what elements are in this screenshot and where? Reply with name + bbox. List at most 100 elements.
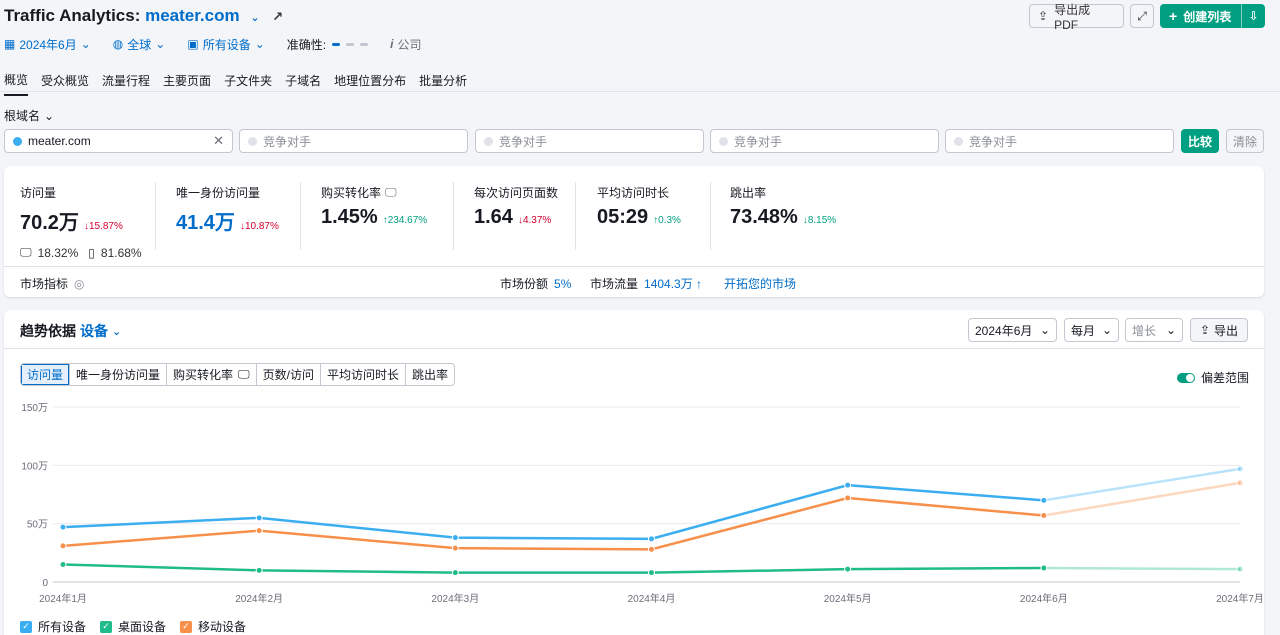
compare-button[interactable]: 比较 — [1181, 129, 1219, 153]
download-icon[interactable]: ⇩ — [1241, 4, 1265, 28]
series-line — [62, 563, 1044, 574]
checkbox-icon[interactable]: ✓ — [20, 620, 32, 633]
data-point — [59, 523, 67, 531]
desktop-icon: 🖵 — [385, 185, 397, 199]
metric-pages-per-visit[interactable]: 每次访问页面数 1.64 ↓4.37% — [474, 184, 558, 229]
series-forecast-line — [1043, 481, 1241, 517]
legend-mobile[interactable]: ✓ 移动设备 — [180, 618, 246, 635]
explore-market-link[interactable]: 开拓您的市场 — [724, 275, 796, 292]
y-tick-label: 50万 — [27, 520, 48, 531]
series-line — [62, 483, 1044, 541]
metric-tab-conversion[interactable]: 购买转化率 🖵 — [167, 364, 257, 385]
clear-icon[interactable]: ✕ — [213, 133, 224, 149]
upload-icon: ⇪ — [1199, 323, 1211, 337]
metric-tab-duration[interactable]: 平均访问时长 — [321, 364, 406, 385]
trend-growth-select[interactable]: 增长 ⌄ — [1125, 318, 1183, 342]
trend-by-select[interactable]: 设备 — [80, 321, 108, 341]
info-icon: i — [390, 37, 394, 51]
date-filter[interactable]: ▦ 2024年6月 ⌄ — [4, 36, 91, 53]
filter-bar: ▦ 2024年6月 ⌄ ◍ 全球 ⌄ ▣ 所有设备 ⌄ 准确性: i 公司 — [4, 36, 421, 52]
root-domain-select[interactable]: 根域名 ⌄ — [4, 107, 54, 124]
market-indicator[interactable]: 市场指标 ◎ — [20, 275, 85, 292]
upload-icon: ⇪ — [1038, 9, 1049, 23]
devices-icon: ▣ — [187, 37, 199, 51]
trend-date-select[interactable]: 2024年6月 ⌄ — [968, 318, 1057, 342]
data-point — [255, 566, 263, 574]
data-point — [255, 527, 263, 535]
chevron-down-icon[interactable]: ⌄ — [250, 12, 259, 24]
metric-purchase-conversion[interactable]: 购买转化率 🖵 1.45% ↑234.67% — [321, 184, 427, 229]
data-point — [1040, 496, 1048, 504]
data-point — [1236, 479, 1244, 487]
x-tick-label: 2024年6月 — [1020, 592, 1068, 605]
chevron-down-icon[interactable]: ⌄ — [112, 325, 121, 338]
chevron-down-icon: ⌄ — [1039, 323, 1050, 337]
data-point — [1236, 565, 1244, 573]
series-forecast-line — [1043, 566, 1241, 571]
chevron-down-icon: ⌄ — [1101, 323, 1112, 337]
error-range-toggle[interactable]: 偏差范围 — [1177, 369, 1249, 386]
market-traffic: 市场流量 1404.3万 ↑ — [590, 277, 703, 291]
data-point — [1040, 564, 1048, 572]
metric-bounce-rate[interactable]: 跳出率 73.48% ↓8.15% — [730, 184, 836, 229]
trend-period-select[interactable]: 每月 ⌄ — [1064, 318, 1119, 342]
company-filter[interactable]: i 公司 — [390, 36, 421, 53]
trend-chart: 0 50万 100万 150万 2024年1月 2024年2月 2024年3月 2024年4月… — [21, 403, 1264, 605]
metric-tab-bounce[interactable]: 跳出率 — [406, 364, 454, 385]
plus-icon: + — [1169, 8, 1178, 24]
report-tabs: 概览 受众概览 流量行程 主要页面 子文件夹 子域名 地理位置分布 批量分析 — [4, 71, 467, 96]
competitor-input-4[interactable]: 竞争对手 — [945, 129, 1174, 153]
metric-tab-pages[interactable]: 页数/访问 — [257, 364, 321, 385]
data-point — [844, 565, 852, 573]
checkbox-icon[interactable]: ✓ — [100, 620, 113, 633]
metric-visits[interactable]: 访问量 70.2万 ↓15.87% 🖵 18.32% ▯ 81.68% — [20, 184, 142, 260]
x-tick-label: 2024年4月 — [628, 592, 676, 605]
data-point — [255, 514, 263, 522]
competitor-input-3[interactable]: 竞争对手 — [710, 129, 939, 153]
trend-export-button[interactable]: ⇪ 导出 — [1190, 318, 1248, 342]
data-point — [648, 535, 655, 543]
competitor-input-2[interactable]: 竞争对手 — [475, 129, 704, 153]
metric-unique-visitors[interactable]: 唯一身份访问量 41.4万 ↓10.87% — [176, 184, 279, 235]
globe-icon: ◍ — [112, 37, 124, 51]
x-tick-label: 2024年1月 — [39, 592, 87, 605]
help-icon: ◎ — [74, 276, 85, 291]
toggle-switch[interactable] — [1177, 372, 1195, 383]
metric-tab-unique[interactable]: 唯一身份访问量 — [70, 364, 168, 385]
tab-overview[interactable]: 概览 — [4, 71, 29, 96]
data-point — [59, 542, 67, 550]
data-point — [1236, 465, 1244, 473]
y-tick-label: 0 — [42, 578, 48, 589]
desktop-icon: 🖵 — [238, 367, 250, 381]
expand-button[interactable]: ⤢ — [1130, 4, 1154, 28]
external-link-icon[interactable]: ↗ — [272, 9, 283, 24]
data-point — [844, 494, 852, 502]
device-filter[interactable]: ▣ 所有设备 ⌄ — [187, 36, 264, 53]
data-point — [451, 544, 459, 552]
clear-button[interactable]: 清除 — [1226, 129, 1264, 153]
metric-avg-duration[interactable]: 平均访问时长 05:29 ↑0.3% — [597, 184, 681, 229]
legend-desktop[interactable]: ✓ 桌面设备 — [100, 618, 166, 635]
create-list-button[interactable]: + 创建列表 ⇩ — [1160, 4, 1265, 28]
domain-input[interactable]: meater.com ✕ — [4, 129, 233, 153]
data-point — [648, 545, 655, 553]
export-pdf-button[interactable]: ⇪ 导出成 PDF — [1029, 3, 1124, 32]
accuracy-indicator: 准确性: — [287, 36, 369, 53]
data-point — [59, 561, 67, 568]
x-tick-label: 2024年3月 — [431, 592, 479, 605]
competitor-input-1[interactable]: 竞争对手 — [239, 129, 468, 153]
data-point — [451, 569, 459, 577]
checkbox-icon[interactable]: ✓ — [180, 620, 193, 633]
page-title: Traffic Analytics: meater.com ⌄ ↗ — [4, 6, 284, 25]
region-filter[interactable]: ◍ 全球 ⌄ — [113, 36, 166, 53]
expand-icon: ⤢ — [1137, 8, 1147, 23]
series-forecast-line — [1043, 467, 1241, 502]
series-dot — [13, 136, 22, 146]
mobile-icon: ▯ — [88, 245, 95, 260]
desktop-icon: 🖵 — [20, 245, 32, 259]
legend-all-devices[interactable]: ✓ 所有设备 — [20, 618, 86, 635]
calendar-icon: ▦ — [4, 37, 16, 51]
domain-name[interactable]: meater.com — [145, 6, 240, 25]
metric-tab-visits[interactable]: 访问量 — [21, 364, 71, 385]
y-tick-label: 150万 — [21, 403, 48, 414]
